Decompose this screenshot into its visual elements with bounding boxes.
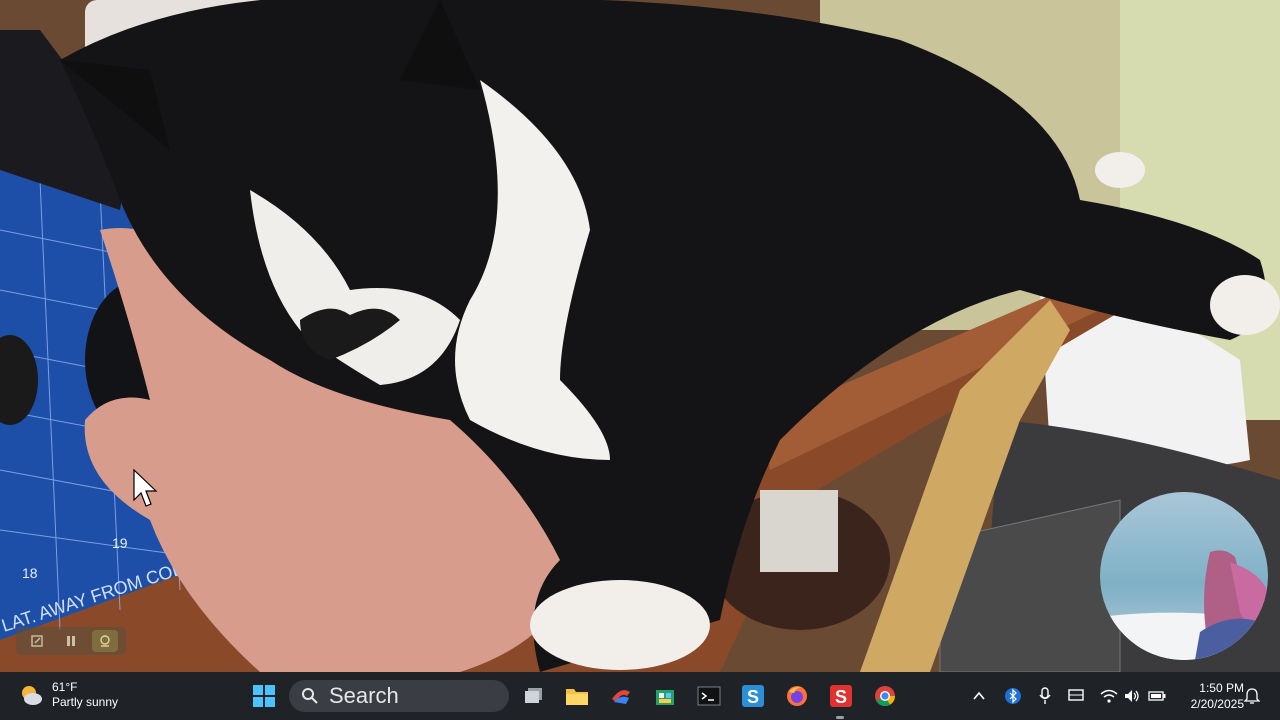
partly-sunny-icon [22,686,42,705]
search-icon [302,688,318,704]
webcam-toggle-button[interactable] [92,630,118,652]
weather-condition: Partly sunny [52,695,119,709]
taskbar: 61°F Partly sunny Search S S 1:50 PM 2/2… [0,672,1280,720]
notification-bell-icon [1244,688,1260,704]
tray-display[interactable] [1068,672,1084,720]
taskbar-app-s-red[interactable]: S [827,682,855,710]
chrome-icon [875,686,896,707]
folder-icon [566,689,588,705]
taskbar-search-box[interactable]: Search [289,680,509,712]
ruler-number: 19 [112,535,128,551]
tray-volume[interactable] [1124,672,1140,720]
active-app-indicator [836,716,844,719]
volume-icon [1125,690,1139,702]
s-red-icon: S [830,685,852,707]
pause-icon [67,636,75,646]
pause-button[interactable] [58,630,84,652]
recording-toolbar [16,627,126,655]
tray-microphone[interactable] [1038,672,1052,720]
s-blue-icon: S [742,685,764,707]
edit-icon [31,635,43,647]
taskbar-app-task-view[interactable] [520,682,548,710]
tray-bluetooth[interactable] [1005,672,1021,720]
search-label: Search [329,683,399,708]
tray-wifi[interactable] [1100,672,1118,720]
tray-overflow-button[interactable] [972,672,986,720]
system-clock[interactable]: 1:50 PM 2/20/2025 [1176,680,1244,712]
tray-battery[interactable] [1148,672,1166,720]
ruler-number: 18 [22,565,38,581]
terminal-icon [697,686,721,706]
desktop-photo: LAT. AWAY FROM COLD 18 19 [0,0,1280,672]
weather-widget[interactable]: 61°F Partly sunny [18,680,118,710]
taskbar-app-file-explorer[interactable] [563,682,591,710]
firefox-icon [787,686,807,706]
webcam-overlay[interactable] [1100,492,1268,660]
chevron-up-icon [973,691,985,700]
taskbar-app-firefox[interactable] [783,682,811,710]
bluetooth-icon [1005,688,1021,704]
windows-start-icon [253,685,275,707]
snip-icon [612,690,630,704]
webcam-icon [100,635,110,647]
display-icon [1068,689,1084,701]
start-button[interactable] [252,684,276,708]
webcam-feed-icon [1100,550,1268,660]
battery-icon [1148,691,1166,701]
taskbar-app-s-blue[interactable]: S [739,682,767,710]
cat-on-hand-photo-icon: LAT. AWAY FROM COLD 18 19 [0,0,1280,672]
microphone-icon [1039,687,1051,704]
taskbar-app-snip[interactable] [607,682,635,710]
wifi-icon [1100,689,1118,703]
edit-button[interactable] [24,630,50,652]
svg-text:S: S [835,687,847,707]
taskbar-app-terminal[interactable] [695,682,723,710]
taskbar-app-chrome[interactable] [871,682,899,710]
notification-center-button[interactable] [1244,672,1260,720]
weather-temp: 61°F [52,680,78,694]
store-icon [656,690,674,705]
svg-text:S: S [747,687,759,707]
taskbar-app-store[interactable] [651,682,679,710]
clock-date: 2/20/2025 [1190,697,1244,711]
clock-time: 1:50 PM [1199,681,1244,695]
task-view-icon [525,688,542,703]
